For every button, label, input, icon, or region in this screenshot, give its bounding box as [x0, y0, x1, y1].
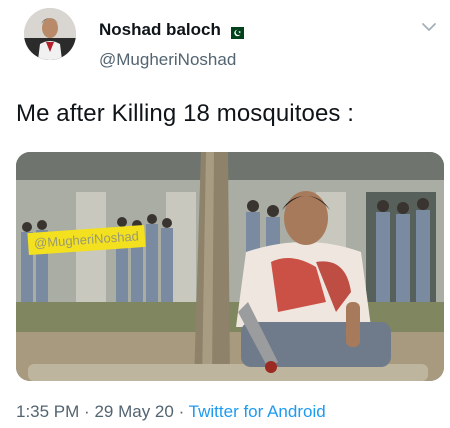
tweet-text: Me after Killing 18 mosquitoes : — [16, 100, 355, 127]
display-name[interactable]: Noshad baloch — [99, 20, 221, 40]
tweet-media[interactable]: @MugheriNoshad — [16, 152, 444, 381]
chevron-down-icon[interactable] — [420, 18, 438, 36]
user-handle[interactable]: @MugheriNoshad — [99, 50, 236, 70]
avatar[interactable] — [24, 8, 76, 60]
pakistan-flag-icon — [226, 24, 244, 39]
avatar-image — [24, 8, 76, 60]
tweet-date[interactable]: 29 May 20 — [94, 402, 173, 421]
tweet-source-link[interactable]: Twitter for Android — [189, 402, 326, 421]
tweet-time[interactable]: 1:35 PM — [16, 402, 79, 421]
meta-separator: · — [178, 402, 185, 421]
media-photo — [16, 152, 444, 381]
tweet-meta: 1:35 PM · 29 May 20 · Twitter for Androi… — [16, 402, 326, 422]
meta-separator: · — [84, 402, 90, 421]
display-name-row: Noshad baloch — [99, 20, 244, 40]
